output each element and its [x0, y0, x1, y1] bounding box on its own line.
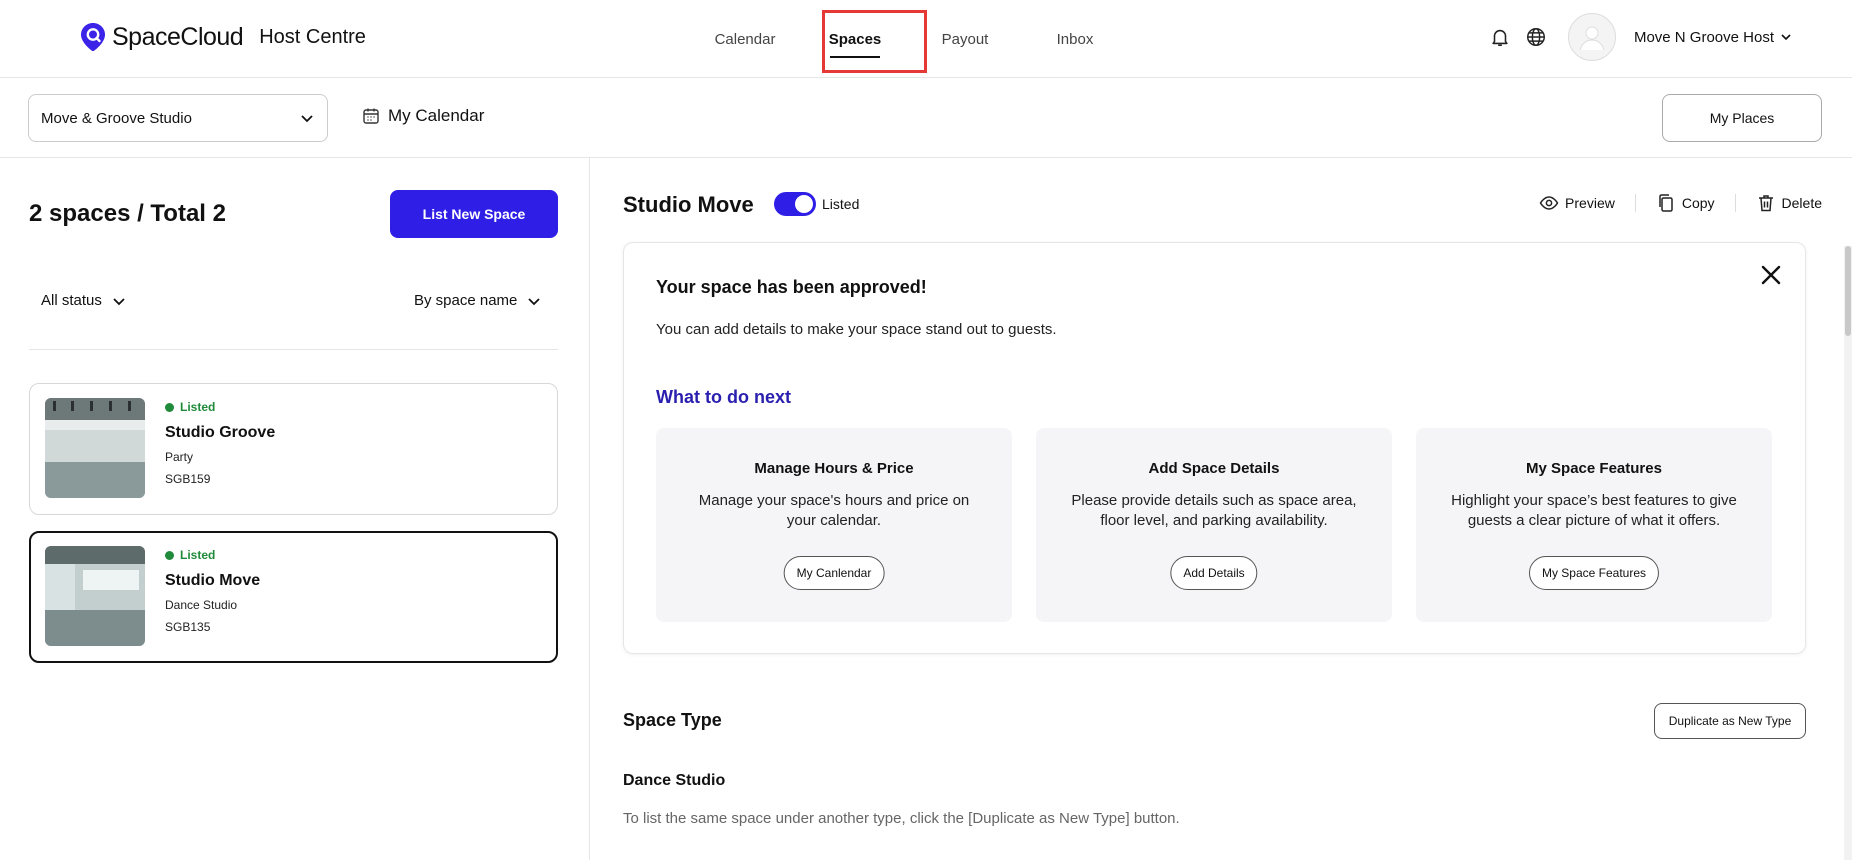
next-step-title: My Space Features [1526, 460, 1662, 477]
duplicate-as-new-type-button[interactable]: Duplicate as New Type [1654, 703, 1806, 739]
scrollbar-thumb[interactable] [1845, 246, 1851, 336]
divider [1734, 194, 1736, 212]
next-step-card: Add Space Details Please provide details… [1036, 428, 1392, 622]
next-step-text: Please provide details such as space are… [1071, 492, 1357, 529]
bell-icon[interactable] [1488, 25, 1512, 49]
nav-spaces[interactable]: Spaces [800, 0, 910, 78]
space-actions: Preview Copy Delete [1539, 193, 1822, 213]
space-name: Studio Move [165, 572, 261, 589]
copy-button[interactable]: Copy [1656, 193, 1715, 213]
list-new-space-button[interactable]: List New Space [390, 190, 558, 238]
space-type-name: Dance Studio [623, 772, 726, 789]
calendar-icon [363, 108, 379, 124]
space-card[interactable]: Listed Studio Groove Party SGB159 [29, 383, 558, 515]
preview-button[interactable]: Preview [1539, 193, 1615, 213]
copy-icon [1659, 194, 1673, 212]
avatar[interactable] [1567, 13, 1616, 61]
divider [29, 349, 558, 350]
top-bar: SpaceCloud Host Centre Calendar Spaces P… [0, 0, 1852, 78]
status-label: Listed [180, 548, 216, 562]
studio-select[interactable]: Move & Groove Studio [28, 94, 328, 142]
chevron-down-icon [113, 297, 125, 305]
scrollbar-track[interactable] [1844, 246, 1852, 860]
space-type: Dance Studio [165, 598, 238, 612]
next-step-card: Manage Hours & Price Manage your space's… [656, 428, 1012, 622]
status-filter[interactable]: All status [41, 292, 126, 309]
my-space-features-button[interactable]: My Space Features [1528, 556, 1660, 590]
status-label: Listed [180, 400, 216, 414]
banner-text: You can add details to make your space s… [656, 321, 1057, 338]
status-dot [165, 402, 174, 412]
my-places-button[interactable]: My Places [1662, 94, 1822, 142]
chevron-down-icon [1781, 34, 1791, 41]
top-right-controls: Move N Groove Host [1488, 13, 1792, 61]
space-card-body: Listed Studio Groove Party SGB159 [165, 400, 275, 486]
banner-title: Your space has been approved! [656, 277, 927, 297]
divider [1634, 194, 1636, 212]
nav-calendar[interactable]: Calendar [690, 0, 800, 78]
sort-filter[interactable]: By space name [414, 292, 541, 309]
main-nav: Calendar Spaces Payout Inbox [690, 0, 1130, 78]
next-step-text: Manage your space's hours and price on y… [698, 492, 970, 529]
status-dot [165, 550, 174, 560]
logo[interactable]: SpaceCloud Host Centre [80, 22, 366, 52]
scroll-fade [591, 844, 1852, 860]
space-type-description: To list the same space under another typ… [623, 810, 1180, 827]
space-code: SGB159 [165, 472, 211, 486]
nav-inbox[interactable]: Inbox [1020, 0, 1130, 78]
user-icon [1579, 26, 1605, 51]
space-name: Studio Groove [165, 424, 276, 441]
status-badge: Listed [165, 400, 275, 414]
status-badge: Listed [165, 548, 260, 562]
brand-subtitle: Host Centre [259, 25, 366, 48]
space-card-body: Listed Studio Move Dance Studio SGB135 [165, 548, 260, 634]
next-step-card: My Space Features Highlight your space’s… [1416, 428, 1772, 622]
nav-payout[interactable]: Payout [910, 0, 1020, 78]
next-step-title: Add Space Details [1148, 460, 1280, 477]
add-details-button[interactable]: Add Details [1170, 556, 1258, 590]
next-steps-title: What to do next [656, 387, 791, 407]
listed-toggle[interactable] [774, 192, 816, 216]
chevron-down-icon [301, 115, 313, 123]
my-calendar-button[interactable]: My Canlendar [783, 556, 885, 590]
listed-toggle-label: Listed [822, 196, 860, 212]
trash-icon [1758, 195, 1773, 212]
delete-button[interactable]: Delete [1756, 193, 1822, 213]
space-detail-panel: Studio Move Listed Preview Copy Delete Y… [591, 158, 1852, 860]
delete-label: Delete [1781, 195, 1822, 211]
eye-icon [1539, 196, 1559, 210]
space-type: Party [165, 450, 194, 464]
chevron-down-icon [528, 297, 541, 305]
user-menu[interactable]: Move N Groove Host [1634, 29, 1792, 46]
sub-bar: Move & Groove Studio My Calendar My Plac… [0, 78, 1852, 158]
space-code: SGB135 [165, 620, 211, 634]
user-name: Move N Groove Host [1633, 28, 1774, 46]
space-thumbnail [45, 398, 145, 498]
location-pin-logo-icon [81, 23, 105, 52]
brand-name: SpaceCloud [112, 22, 244, 51]
copy-label: Copy [1681, 195, 1715, 211]
sort-filter-label: By space name [414, 292, 518, 309]
space-title: Studio Move [623, 192, 754, 217]
space-card[interactable]: Listed Studio Move Dance Studio SGB135 [29, 531, 558, 663]
preview-label: Preview [1565, 195, 1615, 211]
spaces-count: 2 spaces / Total 2 [29, 200, 226, 227]
spaces-list-panel: 2 spaces / Total 2 List New Space All st… [0, 158, 590, 860]
globe-icon[interactable] [1524, 25, 1548, 49]
space-thumbnail [45, 546, 145, 646]
next-step-text: Highlight your space’s best features to … [1451, 492, 1737, 529]
space-type-title: Space Type [623, 710, 722, 730]
close-icon[interactable] [1759, 263, 1783, 287]
my-calendar-label: My Calendar [388, 106, 485, 125]
approval-banner: Your space has been approved! You can ad… [623, 242, 1806, 654]
studio-select-value: Move & Groove Studio [41, 109, 192, 127]
next-step-title: Manage Hours & Price [754, 460, 914, 477]
status-filter-label: All status [41, 292, 102, 309]
my-calendar-link[interactable]: My Calendar [362, 106, 484, 126]
